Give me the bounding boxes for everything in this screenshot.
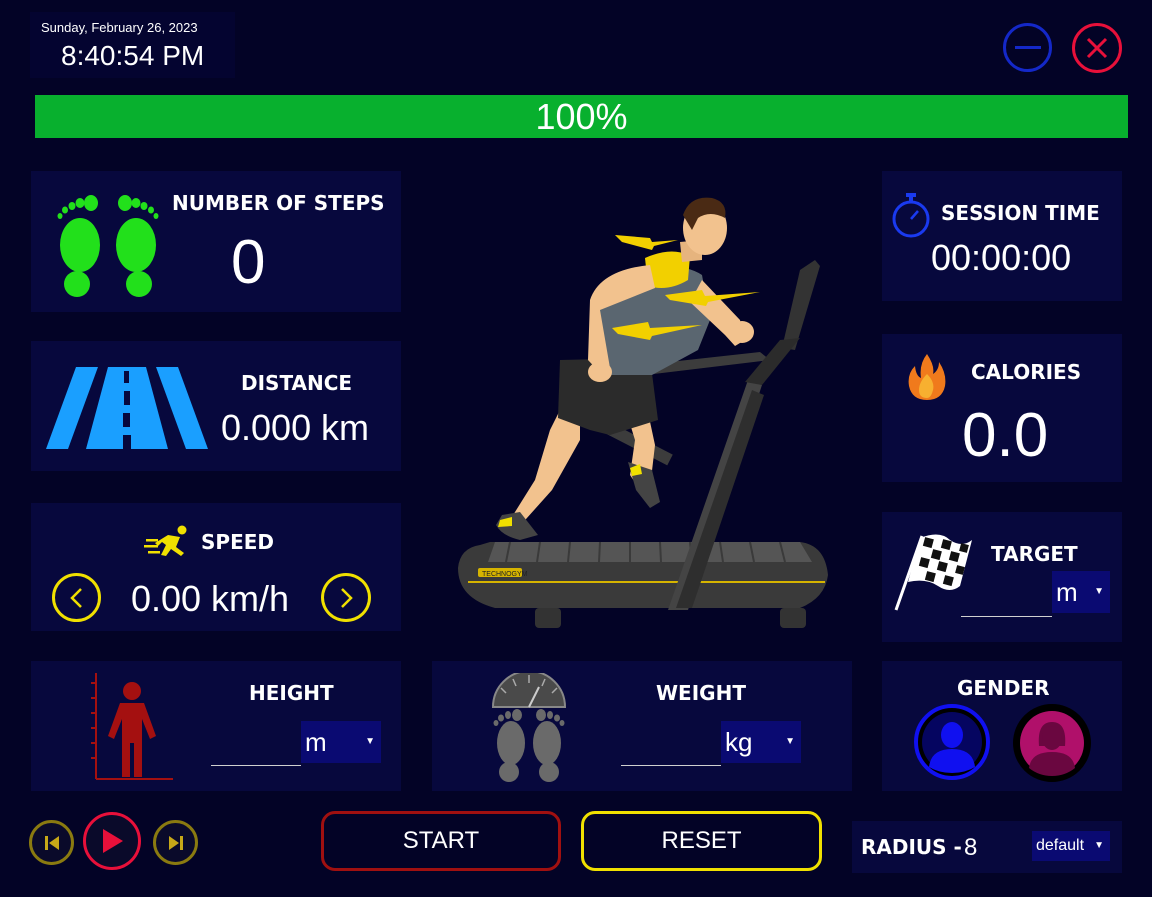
minimize-button[interactable] [1003, 23, 1052, 72]
speed-title: SPEED [201, 530, 274, 554]
person-height-icon [91, 673, 173, 780]
chevron-down-icon: ▼ [1094, 586, 1104, 597]
next-button[interactable] [153, 820, 198, 865]
weight-input-underline [621, 765, 721, 766]
speed-unit: km/h [211, 578, 290, 619]
radius-label: RADIUS - [861, 835, 962, 859]
radius-value: 8 [964, 834, 978, 861]
distance-value: 0.000 [221, 407, 312, 448]
previous-button[interactable] [29, 820, 74, 865]
scale-feet-icon [491, 673, 567, 782]
radius-panel: RADIUS - 8 default ▼ [852, 821, 1122, 873]
height-title: HEIGHT [249, 681, 334, 705]
gender-title: GENDER [957, 676, 1050, 700]
male-avatar-icon [922, 712, 982, 773]
distance-panel: DISTANCE 0.000 km [31, 341, 401, 471]
chevron-down-icon: ▼ [1094, 840, 1104, 851]
weight-unit-select[interactable]: kg ▼ [721, 721, 801, 763]
distance-title: DISTANCE [241, 371, 353, 395]
road-icon [46, 367, 208, 449]
reset-button[interactable]: RESET [581, 811, 822, 871]
speed-increase-button[interactable] [321, 573, 371, 622]
play-icon [103, 829, 123, 853]
date-time-box: Sunday, February 26, 2023 8:40:54 PM [30, 12, 235, 78]
chevron-down-icon: ▼ [365, 736, 375, 747]
target-unit-value: m [1056, 577, 1078, 607]
progress-label: 100% [535, 96, 628, 137]
weight-input[interactable] [621, 721, 721, 765]
height-panel: HEIGHT m ▼ [31, 661, 401, 791]
steps-title: NUMBER OF STEPS [172, 191, 385, 215]
date-label: Sunday, February 26, 2023 [41, 20, 198, 35]
play-button[interactable] [83, 812, 141, 870]
target-title: TARGET [991, 542, 1078, 566]
calories-value: 0.0 [962, 401, 1049, 470]
flame-icon [908, 354, 946, 400]
chevron-down-icon: ▼ [785, 736, 795, 747]
calories-title: CALORIES [971, 360, 1082, 384]
session-value: 00:00:00 [931, 237, 1072, 278]
gender-panel: GENDER [882, 661, 1122, 791]
female-avatar-icon [1020, 711, 1084, 776]
start-button[interactable]: START [321, 811, 561, 871]
radius-option-value: default [1036, 837, 1085, 854]
weight-title: WEIGHT [656, 681, 746, 705]
chevron-right-icon [341, 587, 353, 608]
radius-select[interactable]: default ▼ [1032, 831, 1110, 861]
runner-icon [144, 525, 187, 556]
female-button[interactable] [1013, 704, 1091, 782]
speed-decrease-button[interactable] [52, 573, 101, 622]
speed-panel: SPEED 0.00 km/h [31, 503, 401, 631]
target-unit-select[interactable]: m ▼ [1052, 571, 1110, 613]
svg-text:TECHNOGYM: TECHNOGYM [482, 571, 528, 578]
next-icon [168, 835, 183, 850]
chevron-left-icon [69, 587, 82, 608]
close-button[interactable] [1072, 23, 1122, 73]
feet-icon [57, 195, 159, 297]
height-unit-select[interactable]: m ▼ [301, 721, 381, 763]
height-input[interactable] [211, 721, 301, 765]
stopwatch-icon [892, 193, 930, 238]
minimize-icon [1014, 46, 1041, 49]
previous-icon [44, 835, 59, 850]
session-title: SESSION TIME [941, 201, 1100, 225]
runner-treadmill-illustration: TECHNOGYM [458, 197, 828, 628]
weight-unit-value: kg [725, 727, 753, 757]
session-panel: SESSION TIME 00:00:00 [882, 171, 1122, 301]
steps-panel: NUMBER OF STEPS 0 [31, 171, 401, 312]
progress-bar: 100% [35, 95, 1128, 138]
speed-value: 0.00 [131, 578, 202, 619]
close-icon [1086, 37, 1108, 59]
target-input-underline [961, 616, 1052, 617]
weight-panel: WEIGHT kg ▼ [432, 661, 852, 791]
target-panel: TARGET m ▼ [882, 512, 1122, 642]
distance-unit: km [321, 407, 369, 448]
male-button[interactable] [914, 704, 990, 780]
time-label: 8:40:54 PM [61, 40, 205, 71]
height-unit-value: m [305, 727, 327, 757]
height-input-underline [211, 765, 301, 766]
steps-value: 0 [231, 228, 266, 297]
calories-panel: CALORIES 0.0 [882, 334, 1122, 482]
target-input[interactable] [961, 572, 1052, 616]
